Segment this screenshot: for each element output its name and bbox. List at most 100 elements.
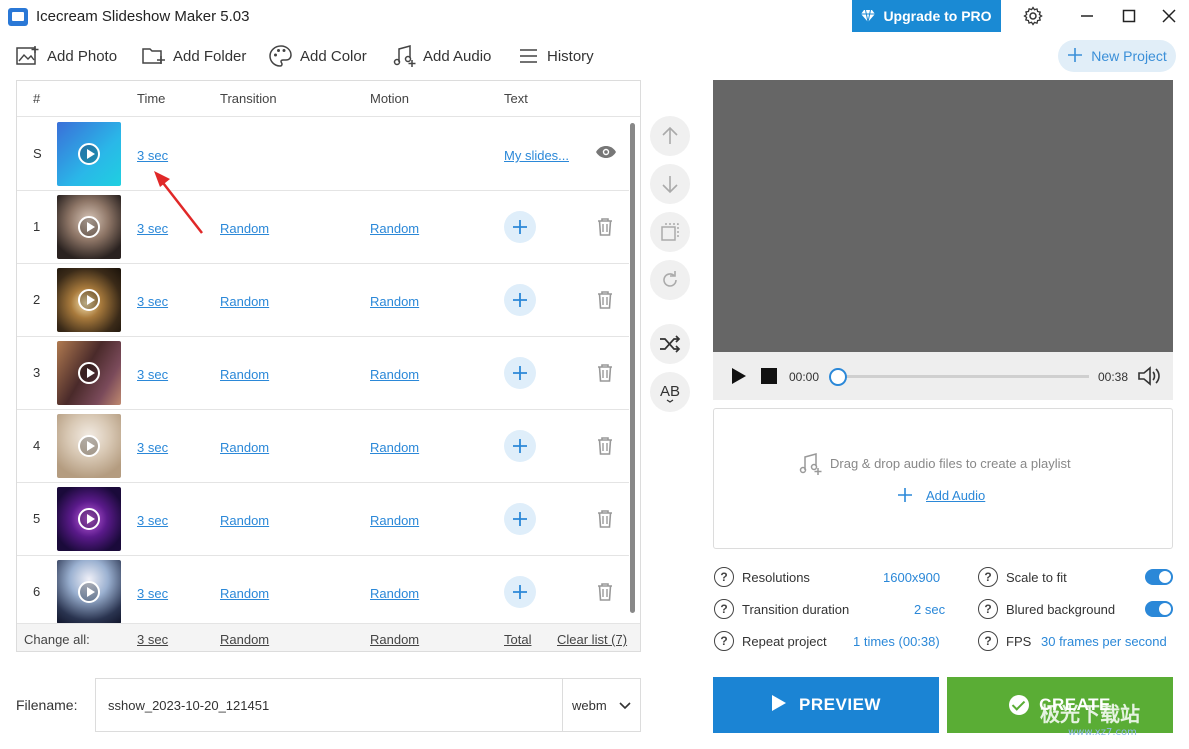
add-text-button[interactable]	[504, 430, 536, 462]
seek-handle[interactable]	[829, 368, 847, 386]
motion-link[interactable]: Random	[370, 586, 419, 601]
table-row[interactable]: 6 3 sec Random Random	[17, 556, 629, 629]
slide-thumbnail[interactable]	[57, 560, 121, 624]
start-slide-thumbnail[interactable]	[57, 122, 121, 186]
slide-thumbnail[interactable]	[57, 414, 121, 478]
preview-button[interactable]: PREVIEW	[713, 677, 939, 733]
help-icon[interactable]: ?	[978, 567, 998, 587]
stop-icon[interactable]	[761, 368, 777, 387]
start-slide-row[interactable]: S 3 sec My slides...	[17, 118, 629, 191]
motion-link[interactable]: Random	[370, 513, 419, 528]
add-text-button[interactable]	[504, 576, 536, 608]
scale-to-fit-toggle[interactable]	[1145, 569, 1173, 585]
minimize-icon[interactable]	[1075, 4, 1099, 28]
crop-button[interactable]	[650, 212, 690, 252]
table-row[interactable]: 5 3 sec Random Random	[17, 483, 629, 556]
resolutions-value[interactable]: 1600x900	[883, 570, 940, 585]
transition-duration-value[interactable]: 2 sec	[914, 602, 945, 617]
table-row[interactable]: 3 3 sec Random Random	[17, 337, 629, 410]
add-photo-button[interactable]: Add Photo	[16, 38, 117, 74]
filename-input[interactable]	[95, 678, 563, 732]
trash-icon[interactable]	[596, 436, 614, 459]
add-text-button[interactable]	[504, 284, 536, 316]
help-icon[interactable]: ?	[714, 567, 734, 587]
text-style-button[interactable]: AB	[650, 372, 690, 412]
slide-thumbnail[interactable]	[57, 341, 121, 405]
time-link[interactable]: 3 sec	[137, 294, 168, 309]
motion-link[interactable]: Random	[370, 294, 419, 309]
new-project-button[interactable]: New Project	[1058, 40, 1176, 72]
maximize-icon[interactable]	[1117, 4, 1141, 28]
blured-background-toggle[interactable]	[1145, 601, 1173, 617]
transition-link[interactable]: Random	[220, 586, 269, 601]
add-audio-button[interactable]: Add Audio	[392, 38, 491, 74]
motion-link[interactable]: Random	[370, 440, 419, 455]
clear-list-link[interactable]: Clear list (7)	[557, 632, 627, 647]
add-text-button[interactable]	[504, 357, 536, 389]
trash-icon[interactable]	[596, 363, 614, 386]
play-icon[interactable]	[78, 289, 100, 311]
volume-icon[interactable]	[1137, 365, 1161, 390]
repeat-project-value[interactable]: 1 times (00:38)	[853, 634, 940, 649]
time-link[interactable]: 3 sec	[137, 440, 168, 455]
time-link[interactable]: 3 sec	[137, 513, 168, 528]
change-all-time-link[interactable]: 3 sec	[137, 632, 168, 647]
settings-gear-icon[interactable]	[1021, 4, 1045, 28]
add-folder-button[interactable]: Add Folder	[142, 38, 246, 74]
table-row[interactable]: 1 3 sec Random Random	[17, 191, 629, 264]
add-color-button[interactable]: Add Color	[269, 38, 367, 74]
play-icon[interactable]	[78, 143, 100, 165]
transition-link[interactable]: Random	[220, 221, 269, 236]
change-all-motion-link[interactable]: Random	[370, 632, 419, 647]
upgrade-to-pro-button[interactable]: Upgrade to PRO	[852, 0, 1001, 32]
transition-link[interactable]: Random	[220, 440, 269, 455]
close-icon[interactable]	[1157, 4, 1181, 28]
move-up-button[interactable]	[650, 116, 690, 156]
help-icon[interactable]: ?	[978, 631, 998, 651]
list-scrollbar[interactable]	[630, 123, 635, 613]
transition-link[interactable]: Random	[220, 367, 269, 382]
trash-icon[interactable]	[596, 290, 614, 313]
help-icon[interactable]: ?	[714, 631, 734, 651]
total-link[interactable]: Total	[504, 632, 531, 647]
slide-thumbnail[interactable]	[57, 268, 121, 332]
motion-link[interactable]: Random	[370, 221, 419, 236]
help-icon[interactable]: ?	[714, 599, 734, 619]
transition-link[interactable]: Random	[220, 294, 269, 309]
shuffle-button[interactable]	[650, 324, 690, 364]
slide-thumbnail[interactable]	[57, 487, 121, 551]
time-link[interactable]: 3 sec	[137, 367, 168, 382]
play-icon[interactable]	[78, 581, 100, 603]
seek-track[interactable]	[832, 375, 1089, 378]
fps-value[interactable]: 30 frames per second	[1041, 634, 1167, 649]
trash-icon[interactable]	[596, 582, 614, 605]
arrow-up-icon	[662, 126, 678, 144]
table-row[interactable]: 4 3 sec Random Random	[17, 410, 629, 483]
move-down-button[interactable]	[650, 164, 690, 204]
rotate-button[interactable]	[650, 260, 690, 300]
play-icon[interactable]	[78, 216, 100, 238]
time-link[interactable]: 3 sec	[137, 586, 168, 601]
history-button[interactable]: History	[518, 38, 594, 74]
text-link[interactable]: My slides...	[504, 148, 569, 163]
format-select[interactable]: webm	[562, 678, 641, 732]
table-row[interactable]: 2 3 sec Random Random	[17, 264, 629, 337]
plus-icon[interactable]	[897, 487, 913, 506]
play-icon[interactable]	[78, 362, 100, 384]
trash-icon[interactable]	[596, 217, 614, 240]
change-all-transition-link[interactable]: Random	[220, 632, 269, 647]
time-link[interactable]: 3 sec	[137, 148, 168, 163]
play-icon[interactable]	[78, 508, 100, 530]
transition-link[interactable]: Random	[220, 513, 269, 528]
play-icon[interactable]	[78, 435, 100, 457]
play-icon[interactable]	[731, 367, 747, 388]
motion-link[interactable]: Random	[370, 367, 419, 382]
add-audio-link[interactable]: Add Audio	[926, 488, 985, 503]
add-text-button[interactable]	[504, 503, 536, 535]
slide-thumbnail[interactable]	[57, 195, 121, 259]
trash-icon[interactable]	[596, 509, 614, 532]
help-icon[interactable]: ?	[978, 599, 998, 619]
audio-drop-zone[interactable]	[713, 408, 1173, 549]
eye-icon[interactable]	[595, 145, 617, 162]
add-text-button[interactable]	[504, 211, 536, 243]
